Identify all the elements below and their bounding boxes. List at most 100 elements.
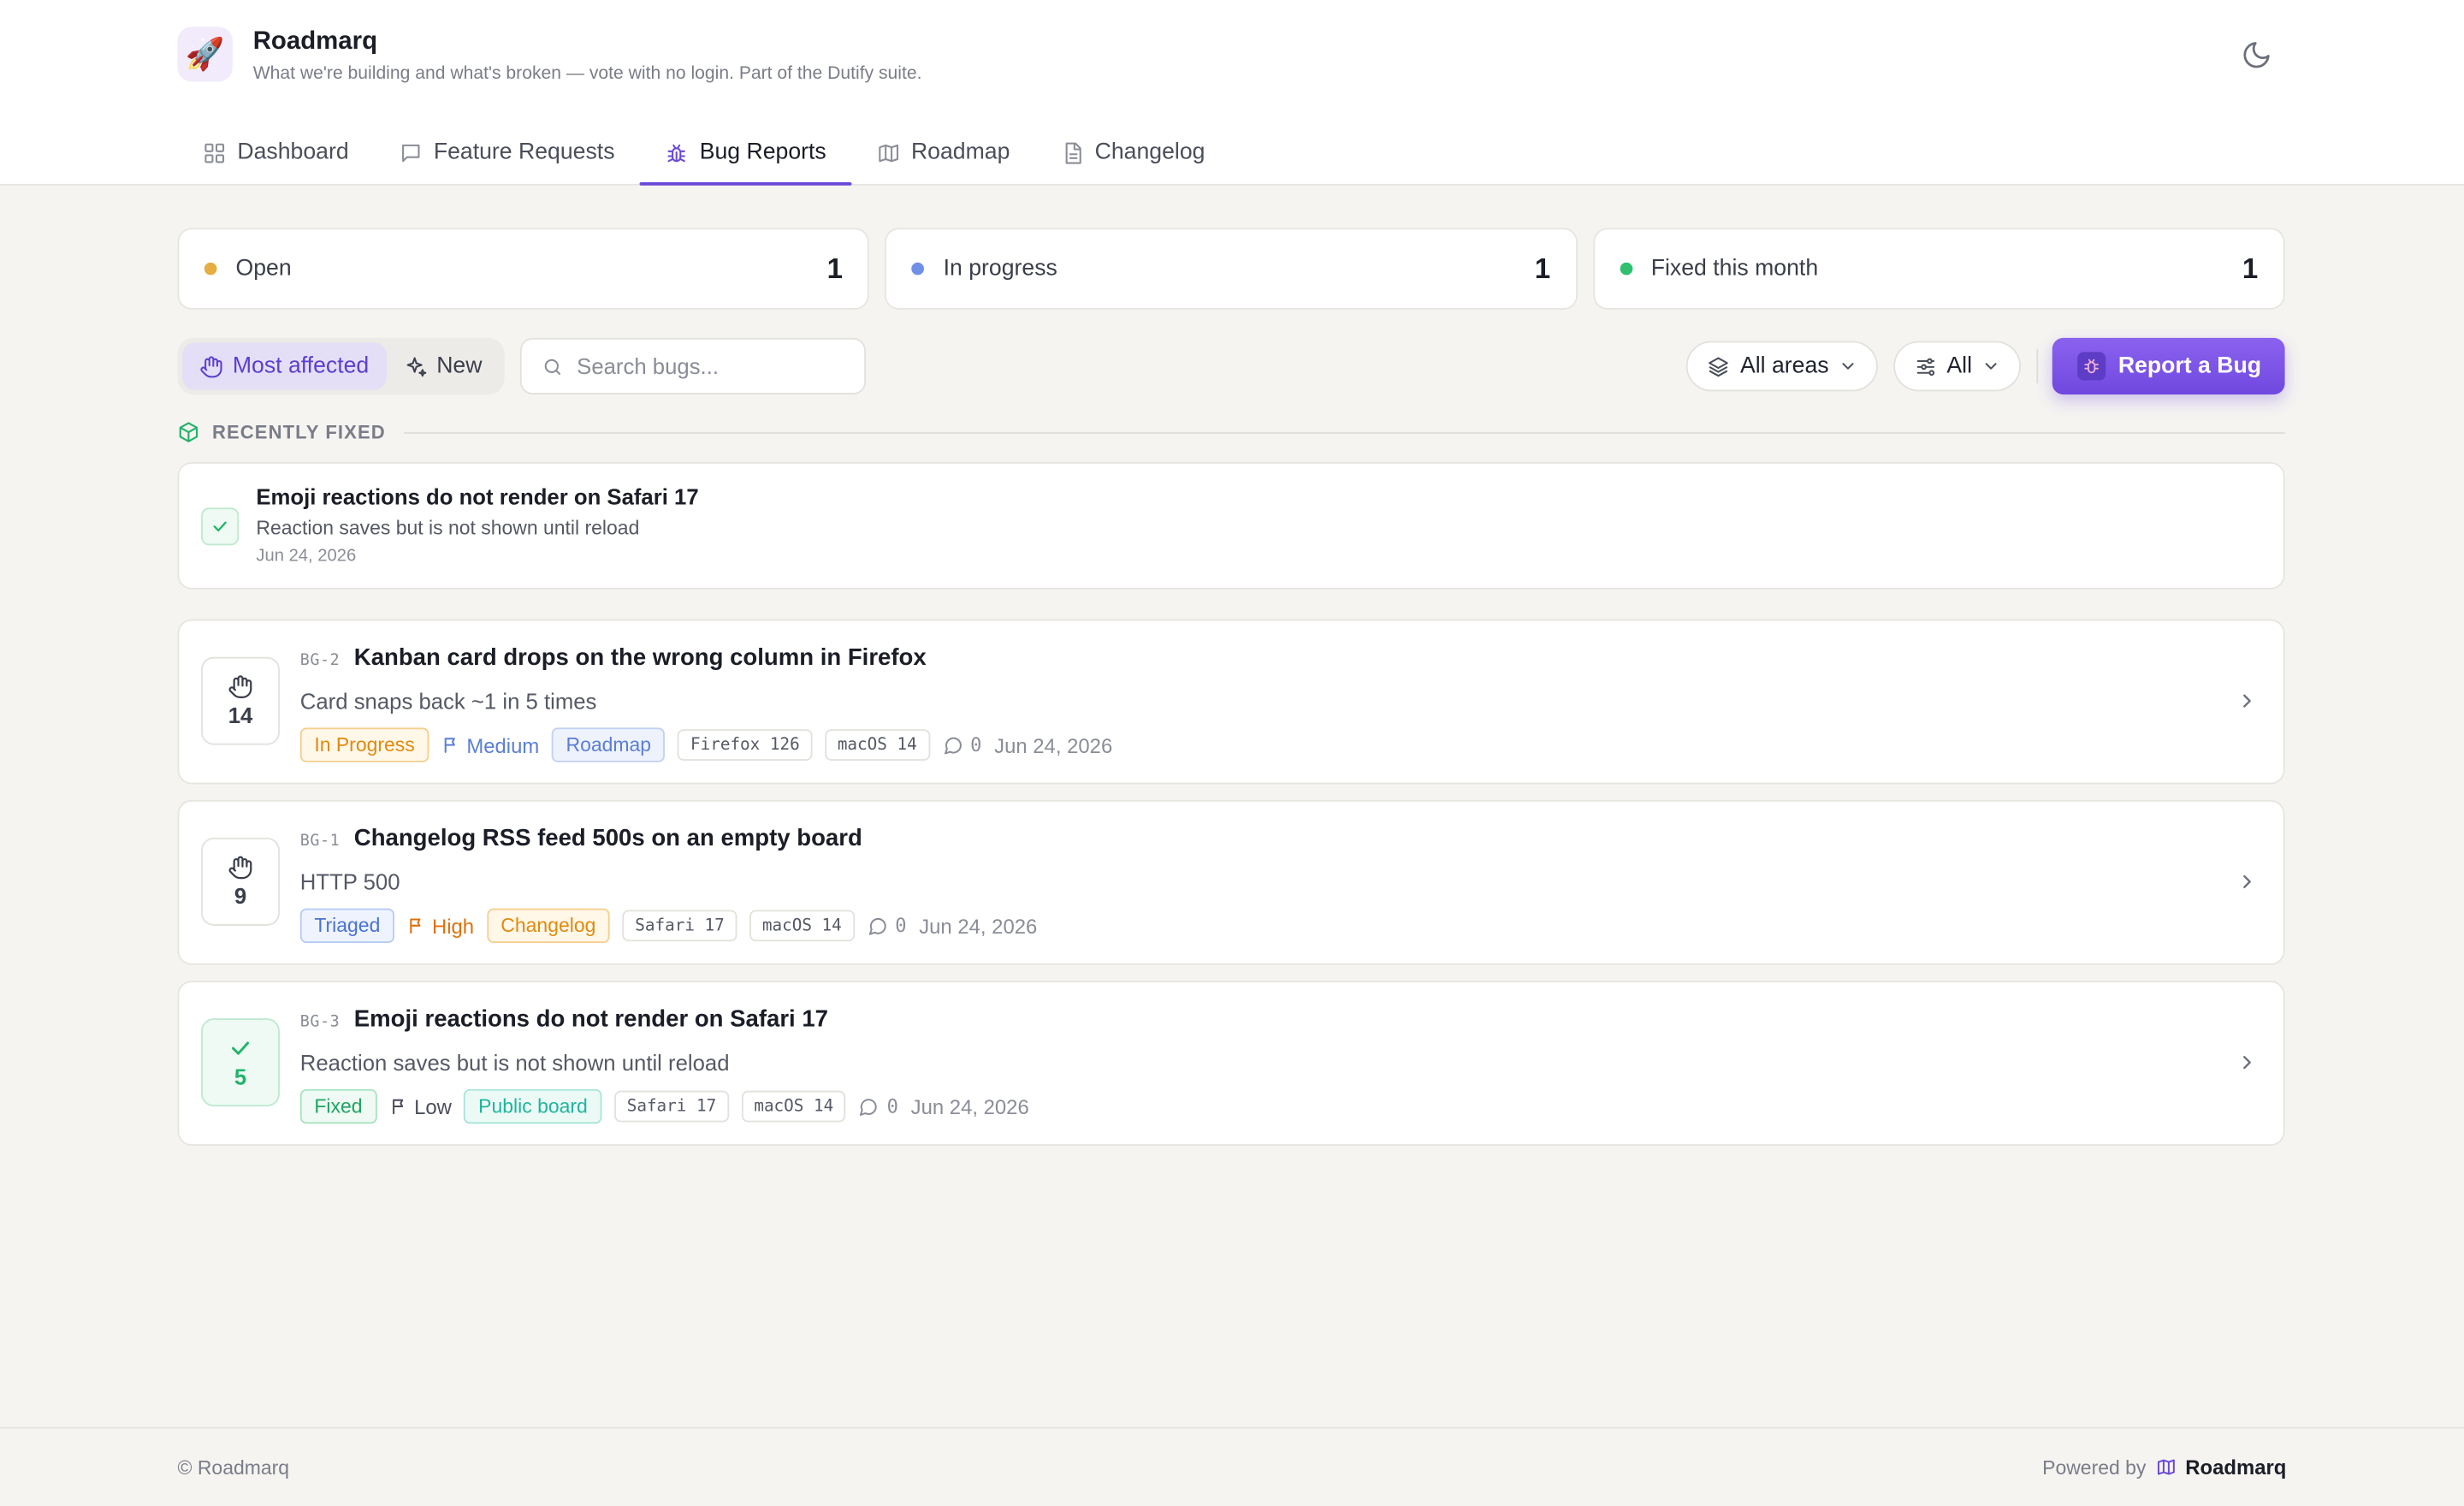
bug-card[interactable]: 14 BG-2 Kanban card drops on the wrong c… [177,619,2285,785]
bug-icon [2077,352,2106,381]
env-tag: Safari 17 [614,1090,729,1123]
grid-icon [204,142,225,163]
flag-icon [444,738,455,753]
bug-title: Emoji reactions do not render on Safari … [353,1005,829,1033]
tab-dashboard[interactable]: Dashboard [178,120,374,186]
priority-text: Low [414,1094,452,1118]
env-tag: Safari 17 [622,910,737,942]
tab-bug-reports[interactable]: Bug Reports [639,120,851,186]
vote-button[interactable]: 14 [201,656,280,745]
sliders-icon [1916,357,1934,376]
toolbar-divider [2036,348,2039,384]
package-icon [179,422,198,442]
stat-value: 1 [826,252,844,284]
toolbar: Most affected New All areas All [177,336,2285,396]
bug-heading: BG-3 Emoji reactions do not render on Sa… [300,1005,828,1032]
priority-text: High [431,914,475,938]
comments-number: 0 [886,1095,898,1118]
stat-label: In progress [943,256,1057,282]
copyright: © Roadmarq [177,1456,290,1479]
bug-date: Jun 24, 2026 [994,732,1113,757]
vote-button[interactable]: 9 [201,837,280,926]
map-icon [2157,1459,2175,1475]
stat-open: Open 1 [177,228,870,310]
stat-value: 1 [1534,252,1551,284]
vote-button[interactable]: 5 [201,1018,280,1107]
bug-description: Reaction saves but is not shown until re… [299,1049,730,1076]
area-badge: Changelog [486,908,610,944]
recently-fixed-card[interactable]: Emoji reactions do not render on Safari … [177,461,2285,590]
stat-fixed-this-month: Fixed this month 1 [1592,228,2285,310]
chevron-right-icon [2243,1056,2251,1070]
bug-id: BG-2 [299,652,341,670]
sort-most-affected-button[interactable]: Most affected [182,342,387,390]
chat-icon [401,143,420,162]
env-tag: macOS 14 [825,729,930,761]
status-filter-value: All [1946,353,1973,379]
comments-count: 0 [867,915,907,937]
tab-feature-requests[interactable]: Feature Requests [374,120,640,186]
bug-meta: In Progress Medium Roadmap Firefox 126 m… [299,727,1113,762]
section-title: RECENTLY FIXED [211,421,386,443]
report-bug-label: Report a Bug [2118,353,2262,379]
stat-in-progress: In progress 1 [885,228,1578,310]
stat-value: 1 [2242,252,2259,284]
bug-meta: Triaged High Changelog Safari 17 macOS 1… [299,908,1038,944]
sort-toggle: Most affected New [177,337,505,395]
status-dot [204,262,217,276]
tab-label: Dashboard [237,139,349,165]
tab-label: Roadmap [910,139,1010,165]
moon-icon[interactable] [2241,39,2272,71]
status-filter-select[interactable]: All [1892,341,2021,392]
recently-fixed-heading: RECENTLY FIXED [178,421,2285,443]
nav-tabs: Dashboard Feature Requests Bug Reports R… [178,120,1230,186]
vote-count: 5 [234,1064,247,1089]
bug-heading: BG-1 Changelog RSS feed 500s on an empty… [300,825,862,851]
header: 🚀 Roadmarq What we're building and what'… [0,0,2464,186]
priority-label: High [407,914,475,938]
brand[interactable]: 🚀 Roadmarq What we're building and what'… [177,27,921,83]
search-box [519,337,866,395]
rocket-logo-icon: 🚀 [177,27,233,82]
sort-label: Most affected [232,353,370,379]
search-input[interactable] [577,353,844,379]
tab-label: Bug Reports [699,139,826,165]
bug-description: HTTP 500 [299,869,400,895]
bug-date: Jun 24, 2026 [919,914,1038,938]
tab-roadmap[interactable]: Roadmap [851,120,1035,186]
area-badge: Roadmap [551,727,666,762]
status-dot [911,262,925,276]
hand-icon [228,675,252,698]
app-title: Roadmarq [252,28,378,56]
comments-count: 0 [859,1095,898,1118]
flag-icon [392,1099,403,1115]
area-badge: Public board [464,1088,602,1124]
section-divider [404,431,2285,434]
bug-date: Jun 24, 2026 [910,1094,1029,1118]
footer: © Roadmarq Powered by Roadmarq [0,1426,2464,1506]
bug-icon [667,143,686,162]
powered-by-link[interactable]: Powered by Roadmarq [2042,1456,2286,1479]
chevron-right-icon [2243,694,2251,708]
layers-icon [1709,356,1729,376]
bug-card[interactable]: 5 BG-3 Emoji reactions do not render on … [177,981,2285,1146]
check-icon [201,507,240,546]
tab-changelog[interactable]: Changelog [1035,120,1230,186]
sort-label: New [436,353,483,379]
stat-label: Fixed this month [1650,256,1819,282]
area-filter-select[interactable]: All areas [1686,341,1878,392]
env-tag: macOS 14 [749,910,855,942]
document-icon [1065,141,1081,163]
comments-count: 0 [942,734,981,756]
bug-id: BG-3 [299,1013,341,1031]
bug-heading: BG-2 Kanban card drops on the wrong colu… [300,644,927,671]
sort-new-button[interactable]: New [386,342,499,389]
bug-title: Kanban card drops on the wrong column in… [353,644,927,672]
powered-by-label: Powered by [2042,1456,2147,1479]
check-icon [231,1041,250,1055]
search-icon [544,358,560,375]
bug-card[interactable]: 9 BG-1 Changelog RSS feed 500s on an emp… [177,799,2285,965]
bug-description: Card snaps back ~1 in 5 times [299,688,597,714]
report-bug-button[interactable]: Report a Bug [2052,337,2285,395]
stat-label: Open [235,256,292,282]
